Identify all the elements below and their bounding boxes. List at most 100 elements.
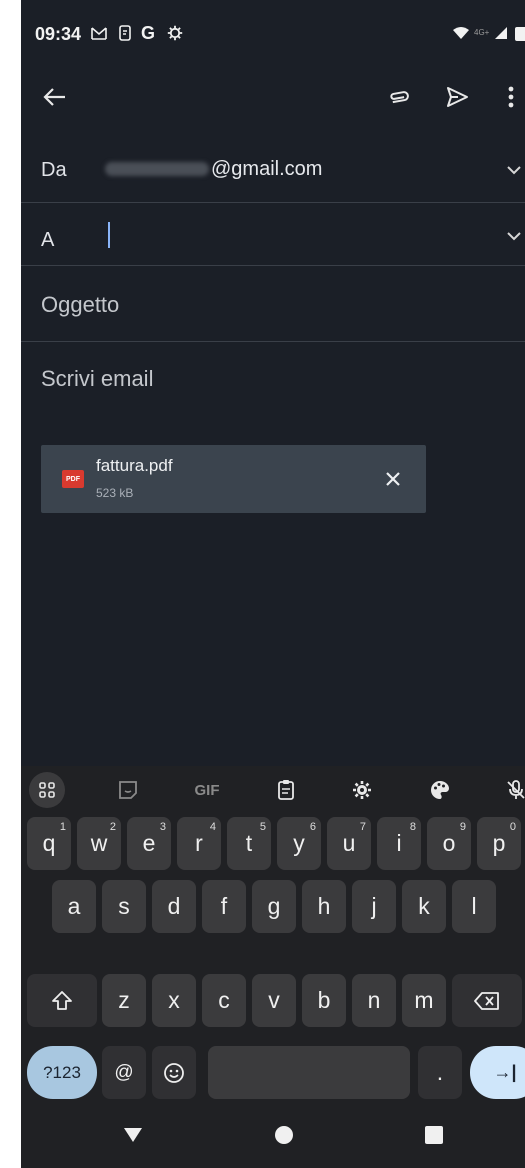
key-hint: 3 bbox=[159, 821, 166, 833]
key-q[interactable]: q1 bbox=[27, 817, 71, 870]
key-label: d bbox=[167, 893, 181, 919]
key-i[interactable]: i8 bbox=[377, 817, 421, 870]
key-hint: 4 bbox=[209, 821, 216, 833]
remove-attachment-close-icon[interactable] bbox=[381, 467, 405, 491]
emoji-key[interactable] bbox=[152, 1046, 196, 1099]
key-o[interactable]: o9 bbox=[427, 817, 471, 870]
key-c[interactable]: c bbox=[202, 974, 246, 1027]
send-icon[interactable] bbox=[444, 84, 470, 110]
key-g[interactable]: g bbox=[252, 880, 296, 933]
compose-app-bar bbox=[21, 68, 525, 126]
key-j[interactable]: j bbox=[352, 880, 396, 933]
key-z[interactable]: z bbox=[102, 974, 146, 1027]
from-divider bbox=[21, 202, 525, 203]
attachment-size: 523 kB bbox=[96, 486, 134, 500]
clipboard-icon[interactable] bbox=[271, 772, 301, 808]
key-label: i bbox=[396, 830, 402, 856]
key-e[interactable]: e3 bbox=[127, 817, 171, 870]
key-w[interactable]: w2 bbox=[77, 817, 121, 870]
at-key[interactable]: @ bbox=[102, 1046, 146, 1099]
key-m[interactable]: m bbox=[402, 974, 446, 1027]
signal-icon bbox=[491, 23, 511, 43]
screen: 09:34 G 4G+ Da @gmail.com A Oggetto Scri… bbox=[21, 0, 525, 1168]
key-v[interactable]: v bbox=[252, 974, 296, 1027]
status-bar: 09:34 G 4G+ bbox=[21, 0, 525, 68]
gmail-icon bbox=[89, 23, 109, 43]
to-label: A bbox=[41, 229, 55, 251]
key-label: h bbox=[317, 893, 331, 919]
key-y[interactable]: y6 bbox=[277, 817, 321, 870]
mic-off-icon[interactable] bbox=[501, 772, 525, 808]
key-r[interactable]: r4 bbox=[177, 817, 221, 870]
enter-key[interactable]: →| bbox=[470, 1046, 525, 1099]
to-divider bbox=[21, 265, 525, 266]
key-a[interactable]: a bbox=[52, 880, 96, 933]
key-hint: 1 bbox=[59, 821, 66, 833]
soft-keyboard: GIF q1 w2 e3 r4 t5 y6 u7 i8 o9 p0 a s d … bbox=[21, 766, 525, 1118]
back-arrow-icon[interactable] bbox=[41, 85, 67, 109]
key-label: w bbox=[90, 830, 108, 856]
redacted-username bbox=[105, 162, 209, 176]
shift-key[interactable] bbox=[27, 974, 97, 1027]
key-hint: 6 bbox=[309, 821, 316, 833]
gif-icon[interactable]: GIF bbox=[187, 772, 227, 808]
wifi-icon bbox=[451, 23, 471, 43]
key-x[interactable]: x bbox=[152, 974, 196, 1027]
triangle-back-icon[interactable] bbox=[123, 1126, 143, 1144]
key-hint: 5 bbox=[259, 821, 266, 833]
sticker-icon[interactable] bbox=[113, 772, 143, 808]
status-time: 09:34 bbox=[35, 24, 82, 44]
square-recents-icon[interactable] bbox=[425, 1126, 443, 1144]
attachment-card[interactable]: PDF fattura.pdf 523 kB bbox=[41, 445, 426, 513]
text-cursor bbox=[108, 222, 110, 248]
key-label: k bbox=[418, 893, 430, 919]
key-label: e bbox=[142, 830, 156, 856]
key-label: y bbox=[293, 830, 305, 856]
settings-icon[interactable] bbox=[347, 772, 377, 808]
from-chevron-down-icon[interactable] bbox=[505, 161, 523, 179]
key-h[interactable]: h bbox=[302, 880, 346, 933]
key-label: l bbox=[471, 893, 477, 919]
key-p[interactable]: p0 bbox=[477, 817, 521, 870]
to-field[interactable] bbox=[105, 220, 485, 252]
key-b[interactable]: b bbox=[302, 974, 346, 1027]
battery-icon bbox=[515, 27, 525, 41]
key-l[interactable]: l bbox=[452, 880, 496, 933]
pdf-file-icon: PDF bbox=[62, 470, 84, 488]
key-hint: 0 bbox=[509, 821, 516, 833]
key-label: r bbox=[195, 830, 203, 856]
subject-input[interactable]: Oggetto bbox=[41, 292, 119, 318]
key-label: t bbox=[245, 830, 253, 856]
key-s[interactable]: s bbox=[102, 880, 146, 933]
key-label: p bbox=[492, 830, 506, 856]
more-vert-icon[interactable] bbox=[506, 84, 516, 110]
space-key[interactable] bbox=[208, 1046, 410, 1099]
key-label: v bbox=[268, 987, 280, 1013]
key-hint: 2 bbox=[109, 821, 116, 833]
key-label: m bbox=[414, 987, 434, 1013]
apps-grid-icon[interactable] bbox=[29, 772, 65, 808]
key-label: a bbox=[67, 893, 81, 919]
key-hint: 7 bbox=[359, 821, 366, 833]
key-label: f bbox=[220, 893, 228, 919]
key-k[interactable]: k bbox=[402, 880, 446, 933]
from-field[interactable]: @gmail.com bbox=[105, 157, 322, 181]
key-n[interactable]: n bbox=[352, 974, 396, 1027]
backspace-key[interactable] bbox=[452, 974, 522, 1027]
google-g-icon: G bbox=[140, 22, 155, 43]
to-chevron-down-icon[interactable] bbox=[505, 227, 523, 245]
key-u[interactable]: u7 bbox=[327, 817, 371, 870]
key-t[interactable]: t5 bbox=[227, 817, 271, 870]
body-input[interactable]: Scrivi email bbox=[41, 366, 153, 392]
emoji-icon bbox=[164, 1062, 184, 1083]
palette-icon[interactable] bbox=[425, 772, 455, 808]
symbols-key[interactable]: ?123 bbox=[27, 1046, 97, 1099]
key-label: j bbox=[371, 893, 377, 919]
key-label: o bbox=[442, 830, 456, 856]
paperclip-icon[interactable] bbox=[386, 85, 412, 109]
key-f[interactable]: f bbox=[202, 880, 246, 933]
period-key[interactable]: . bbox=[418, 1046, 462, 1099]
key-label: q bbox=[42, 830, 56, 856]
key-d[interactable]: d bbox=[152, 880, 196, 933]
circle-home-icon[interactable] bbox=[275, 1126, 293, 1144]
